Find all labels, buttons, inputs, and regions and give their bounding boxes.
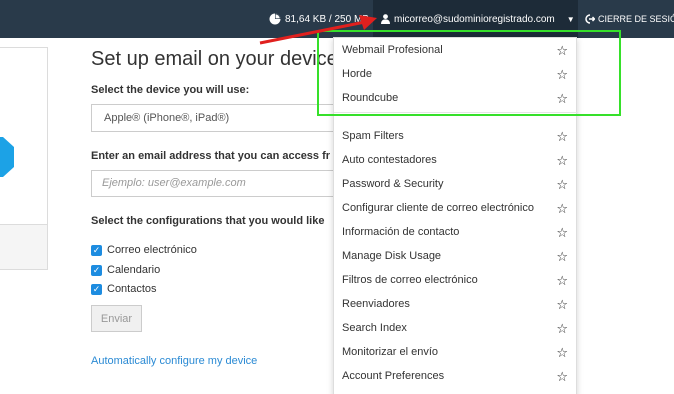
caret-down-icon: ▼ — [566, 14, 575, 24]
star-outline-icon[interactable]: ☆ — [556, 178, 568, 191]
logout-label: CIERRE DE SESIÓN — [598, 14, 674, 24]
menu-item-label: Configurar cliente de correo electrónico — [342, 202, 534, 214]
user-email: micorreo@sudominioregistrado.com — [394, 13, 555, 25]
device-select[interactable]: Apple® (iPhone®, iPad®) — [91, 104, 351, 132]
star-outline-icon[interactable]: ☆ — [556, 346, 568, 359]
checkbox-checked-icon[interactable]: ✓ — [91, 283, 102, 295]
checkbox-label: Calendario — [107, 264, 161, 276]
logout-button[interactable]: CIERRE DE SESIÓN — [585, 11, 674, 27]
menu-item-label: Password & Security — [342, 178, 444, 190]
menu-item-label: Manage Disk Usage — [342, 250, 442, 262]
menu-item-monitorizar-envio[interactable]: Monitorizar el envío ☆ — [342, 343, 568, 361]
menu-item-label: Account Preferences — [342, 370, 445, 382]
red-arrow-annotation — [259, 15, 377, 45]
menu-item-label: Auto contestadores — [342, 154, 437, 166]
star-outline-icon[interactable]: ☆ — [556, 130, 568, 143]
checkbox-checked-icon[interactable]: ✓ — [91, 264, 102, 276]
menu-item-label: Filtros de correo electrónico — [342, 274, 478, 286]
logout-icon — [585, 14, 595, 24]
menu-item-spam-filters[interactable]: Spam Filters ☆ — [342, 127, 568, 145]
star-outline-icon[interactable]: ☆ — [556, 154, 568, 167]
menu-item-password-security[interactable]: Password & Security ☆ — [342, 175, 568, 193]
email-input[interactable]: Ejemplo: user@example.com — [91, 170, 351, 197]
star-outline-icon[interactable]: ☆ — [556, 370, 568, 383]
send-button[interactable]: Enviar — [91, 305, 142, 332]
menu-item-configurar-cliente[interactable]: Configurar cliente de correo electrónico… — [342, 199, 568, 217]
page-title: Set up email on your device — [91, 48, 338, 70]
star-outline-icon[interactable]: ☆ — [556, 274, 568, 287]
menu-item-reenviadores[interactable]: Reenviadores ☆ — [342, 295, 568, 313]
checkbox-label: Correo electrónico — [107, 244, 197, 256]
device-illustration-footer — [0, 224, 48, 270]
menu-item-filtros-correo[interactable]: Filtros de correo electrónico ☆ — [342, 271, 568, 289]
menu-item-label: Información de contacto — [342, 226, 460, 238]
menu-item-auto-contestadores[interactable]: Auto contestadores ☆ — [342, 151, 568, 169]
menu-item-search-index[interactable]: Search Index ☆ — [342, 319, 568, 337]
checkbox-label: Contactos — [107, 283, 157, 295]
menu-item-label: Spam Filters — [342, 130, 404, 142]
configurations-label: Select the configurations that you would… — [91, 215, 325, 227]
star-outline-icon[interactable]: ☆ — [556, 226, 568, 239]
star-outline-icon[interactable]: ☆ — [556, 298, 568, 311]
menu-item-label: Monitorizar el envío — [342, 346, 438, 358]
menu-item-label: Search Index — [342, 322, 407, 334]
checkbox-calendar[interactable]: ✓ Calendario — [91, 264, 160, 276]
menu-item-label: Reenviadores — [342, 298, 410, 310]
email-label: Enter an email address that you can acce… — [91, 150, 331, 162]
star-outline-icon[interactable]: ☆ — [556, 322, 568, 335]
menu-item-informacion-contacto[interactable]: Información de contacto ☆ — [342, 223, 568, 241]
checkbox-checked-icon[interactable]: ✓ — [91, 244, 102, 256]
checkbox-contacts[interactable]: ✓ Contactos — [91, 283, 157, 295]
menu-item-account-preferences[interactable]: Account Preferences ☆ — [342, 367, 568, 385]
star-outline-icon[interactable]: ☆ — [556, 250, 568, 263]
star-outline-icon[interactable]: ☆ — [556, 202, 568, 215]
auto-configure-link[interactable]: Automatically configure my device — [91, 355, 257, 367]
menu-item-manage-disk-usage[interactable]: Manage Disk Usage ☆ — [342, 247, 568, 265]
checkbox-email[interactable]: ✓ Correo electrónico — [91, 244, 197, 256]
device-label: Select the device you will use: — [91, 84, 250, 96]
device-illustration-panel — [0, 47, 48, 225]
